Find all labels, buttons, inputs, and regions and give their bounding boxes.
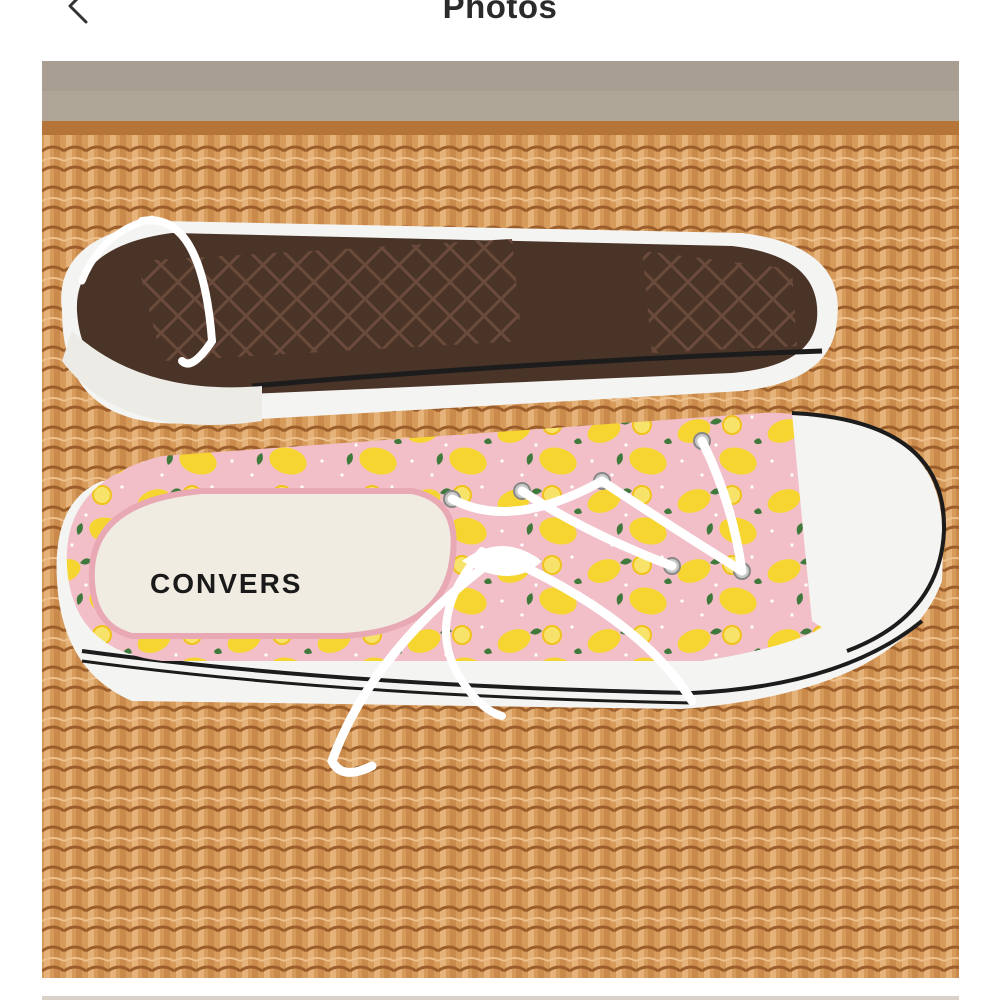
insole-brand-text: CONVERS	[150, 568, 302, 599]
photo-illustration: CONVERS	[42, 61, 959, 978]
top-bar: Photos	[0, 0, 1000, 40]
product-photo[interactable]: CONVERS	[42, 61, 959, 978]
photo-viewer-screen: Photos CONVERS	[0, 0, 1000, 1000]
page-title: Photos	[442, 0, 558, 25]
next-photo-preview[interactable]	[42, 996, 959, 1000]
